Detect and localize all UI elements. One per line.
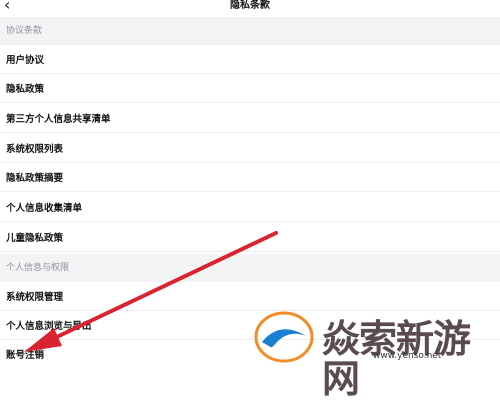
item-label: 儿童隐私政策 — [6, 233, 64, 244]
watermark-url: www.yenso.net — [373, 351, 442, 361]
item-label: 系统权限列表 — [6, 144, 64, 155]
list-item-system-permissions[interactable]: 系统权限列表 — [0, 134, 500, 163]
watermark-logo-icon — [254, 311, 314, 363]
item-label: 账号注销 — [6, 349, 45, 361]
list-item-child-privacy[interactable]: 儿童隐私政策 — [0, 223, 500, 252]
page-title: 隐私条款 — [230, 0, 270, 11]
item-label: 第三方个人信息共享清单 — [6, 114, 111, 125]
item-label: 隐私政策摘要 — [6, 173, 64, 184]
item-label: 系统权限管理 — [6, 292, 64, 303]
nav-bar: ‹ 隐私条款 — [0, 0, 500, 17]
section-header-agreements: 协议条款 — [0, 17, 500, 45]
item-label: 个人信息收集清单 — [6, 203, 83, 214]
item-label: 个人信息浏览与导出 — [6, 321, 92, 332]
list-item-third-party-sharing[interactable]: 第三方个人信息共享清单 — [0, 104, 500, 133]
section-label: 协议条款 — [6, 26, 43, 36]
list-item-privacy-summary[interactable]: 隐私政策摘要 — [0, 163, 500, 192]
item-label: 隐私政策 — [6, 84, 45, 95]
list-item-info-collection[interactable]: 个人信息收集清单 — [0, 193, 500, 222]
list-item-privacy-policy[interactable]: 隐私政策 — [0, 74, 500, 103]
section-header-permissions: 个人信息与权限 — [0, 254, 500, 282]
list-item-user-agreement[interactable]: 用户协议 — [0, 45, 500, 74]
section-label: 个人信息与权限 — [6, 263, 70, 273]
item-label: 用户协议 — [6, 55, 45, 66]
